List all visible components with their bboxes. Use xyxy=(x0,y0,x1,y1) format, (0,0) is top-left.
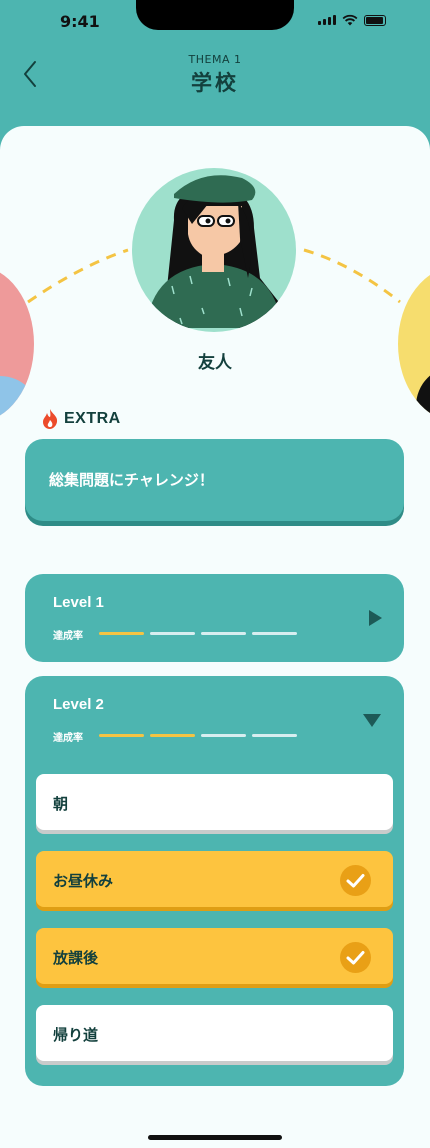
page-title: 学校 xyxy=(191,71,239,95)
progress-bar xyxy=(99,632,297,635)
level-card-2[interactable]: Level 2 達成率 朝 お昼休み 放課後 帰り道 xyxy=(25,676,404,1086)
lesson-item[interactable]: 朝 xyxy=(36,774,393,830)
progress-label: 達成率 xyxy=(53,631,83,642)
caret-down-icon[interactable] xyxy=(363,714,381,728)
theme-subtitle: THEMA 1 xyxy=(188,53,242,66)
extra-section-header: EXTRA xyxy=(40,408,121,430)
status-time: 9:41 xyxy=(60,12,100,31)
progress-label: 達成率 xyxy=(53,733,83,744)
lesson-label: お昼休み xyxy=(53,872,114,890)
lesson-label: 放課後 xyxy=(53,949,99,967)
content-sheet: 友人 EXTRA 総集問題にチャレンジ！ Level 1 達成率 Level 2… xyxy=(0,126,430,1148)
checkmark-icon xyxy=(340,942,371,973)
status-bar: 9:41 xyxy=(0,0,430,44)
friend-illustration xyxy=(146,175,282,328)
signal-icon xyxy=(318,15,336,25)
device-notch xyxy=(136,0,294,30)
progress-bar xyxy=(99,734,297,737)
wifi-icon xyxy=(342,14,358,26)
level-title: Level 2 xyxy=(53,696,104,713)
lesson-label: 朝 xyxy=(53,795,69,813)
challenge-label: 総集問題にチャレンジ！ xyxy=(49,471,214,489)
challenge-button[interactable]: 総集問題にチャレンジ！ xyxy=(25,439,404,521)
lesson-item[interactable]: 放課後 xyxy=(36,928,393,984)
battery-icon xyxy=(364,14,386,26)
level-title: Level 1 xyxy=(53,594,104,611)
extra-label: EXTRA xyxy=(64,410,121,427)
level-card-1[interactable]: Level 1 達成率 xyxy=(25,574,404,662)
character-avatar xyxy=(132,168,296,332)
status-icons xyxy=(318,14,386,26)
character-name: 友人 xyxy=(198,353,232,373)
lesson-item[interactable]: お昼休み xyxy=(36,851,393,907)
checkmark-icon xyxy=(340,865,371,896)
fire-icon xyxy=(43,409,58,429)
play-arrow-icon[interactable] xyxy=(368,610,382,626)
home-indicator xyxy=(148,1135,282,1140)
lesson-item[interactable]: 帰り道 xyxy=(36,1005,393,1061)
lesson-label: 帰り道 xyxy=(53,1026,99,1044)
